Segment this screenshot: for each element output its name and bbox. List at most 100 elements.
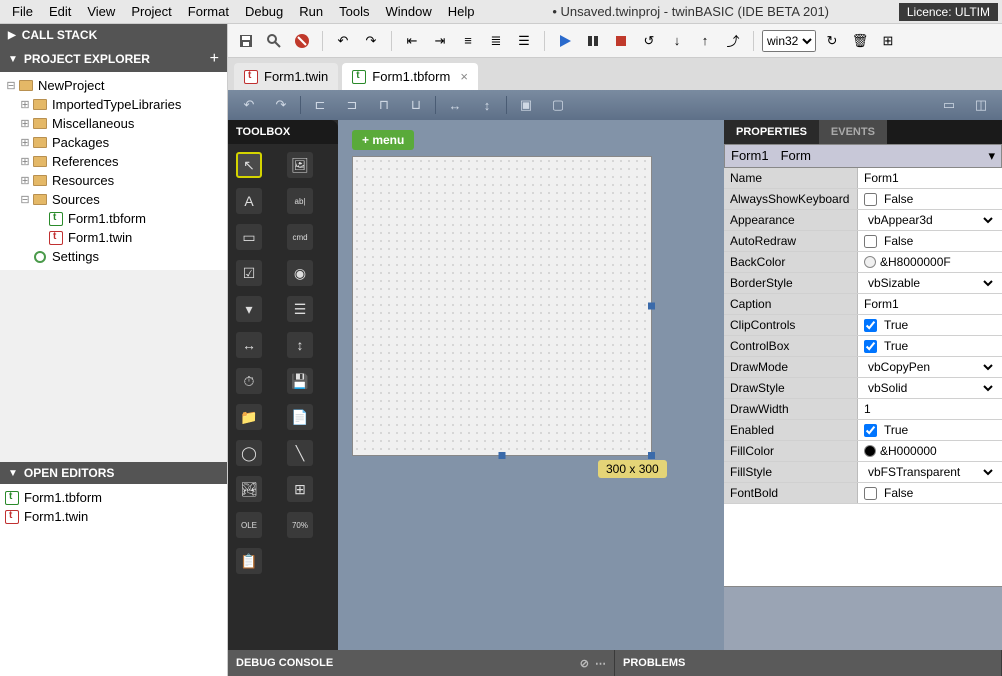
menu-tools[interactable]: Tools	[331, 2, 377, 21]
menu-run[interactable]: Run	[291, 2, 331, 21]
run-icon[interactable]	[553, 29, 577, 53]
prop-select[interactable]: vbCopyPen	[864, 359, 996, 375]
tree-file-tbform[interactable]: Form1.tbform	[0, 209, 227, 228]
tab-form1-twin[interactable]: Form1.twin	[234, 63, 338, 90]
prop-row-fillcolor[interactable]: FillColor&H000000	[724, 441, 1002, 462]
step-into-icon[interactable]: ↓	[665, 29, 689, 53]
refresh-icon[interactable]: ↻	[820, 29, 844, 53]
prop-row-drawmode[interactable]: DrawModevbCopyPen	[724, 357, 1002, 378]
stop-icon[interactable]	[609, 29, 633, 53]
prop-row-backcolor[interactable]: BackColor&H8000000F	[724, 252, 1002, 273]
tree-item[interactable]: ⊞ImportedTypeLibraries	[0, 95, 227, 114]
clear-icon[interactable]: ⊘	[580, 657, 589, 670]
align-left-icon[interactable]: ⊏	[307, 94, 333, 116]
tool-timer[interactable]: ⏱	[236, 368, 262, 394]
prop-value[interactable]: 1	[858, 399, 1002, 419]
add-menu-button[interactable]: + menu	[352, 130, 414, 150]
prop-select[interactable]: vbSolid	[864, 380, 996, 396]
tool-combobox[interactable]: ▾	[236, 296, 262, 322]
properties-tab[interactable]: PROPERTIES	[724, 120, 819, 144]
resize-handle-corner[interactable]	[648, 452, 655, 459]
prop-row-controlbox[interactable]: ControlBoxTrue	[724, 336, 1002, 357]
tool-ole[interactable]: OLE	[236, 512, 262, 538]
prop-checkbox[interactable]	[864, 235, 877, 248]
prop-value[interactable]: &H8000000F	[858, 252, 1002, 272]
prop-row-enabled[interactable]: EnabledTrue	[724, 420, 1002, 441]
tool-data[interactable]: ⊞	[287, 476, 313, 502]
undo-icon[interactable]: ↶	[331, 29, 355, 53]
overlap-icon[interactable]: ◫	[968, 94, 994, 116]
prop-row-fillstyle[interactable]: FillStylevbFSTransparent	[724, 462, 1002, 483]
prop-value[interactable]: False	[858, 483, 1002, 503]
prop-row-alwaysshowkeyboard[interactable]: AlwaysShowKeyboardFalse	[724, 189, 1002, 210]
menu-format[interactable]: Format	[180, 2, 237, 21]
tree-settings[interactable]: Settings	[0, 247, 227, 266]
send-back-icon[interactable]: ▢	[545, 94, 571, 116]
canvas-area[interactable]: + menu 300 x 300	[338, 120, 724, 676]
prop-checkbox[interactable]	[864, 193, 877, 206]
prop-row-caption[interactable]: CaptionForm1	[724, 294, 1002, 315]
tool-progressbar[interactable]: 70%	[287, 512, 313, 538]
prop-value[interactable]: False	[858, 231, 1002, 251]
open-editor-item[interactable]: Form1.tbform	[0, 488, 227, 507]
tool-frame[interactable]: ▭	[236, 224, 262, 250]
tree-root[interactable]: ⊟ NewProject	[0, 76, 227, 95]
more-icon[interactable]: ⋯	[595, 657, 606, 670]
tree-file-twin[interactable]: Form1.twin	[0, 228, 227, 247]
step-out-icon[interactable]: ⤴	[721, 29, 745, 53]
events-tab[interactable]: EVENTS	[819, 120, 887, 144]
tool-textbox[interactable]: ab|	[287, 188, 313, 214]
redo-icon[interactable]: ↷	[359, 29, 383, 53]
tool-vscroll[interactable]: ↕	[287, 332, 313, 358]
prop-select[interactable]: vbSizable	[864, 275, 996, 291]
prop-value[interactable]: vbSizable	[858, 273, 1002, 293]
stop-build-icon[interactable]	[290, 29, 314, 53]
tab-form1-tbform[interactable]: Form1.tbform ×	[342, 63, 478, 90]
open-editor-item[interactable]: Form1.twin	[0, 507, 227, 526]
open-editors-header[interactable]: ▼ OPEN EDITORS	[0, 462, 227, 484]
tool-picturebox[interactable]: 🖼	[287, 152, 313, 178]
menu-project[interactable]: Project	[123, 2, 179, 21]
menu-debug[interactable]: Debug	[237, 2, 291, 21]
uncomment-icon[interactable]: ≣	[484, 29, 508, 53]
align-top-icon[interactable]: ⊓	[371, 94, 397, 116]
redo-icon[interactable]: ↷	[268, 94, 294, 116]
prop-row-name[interactable]: NameForm1	[724, 168, 1002, 189]
prop-row-clipcontrols[interactable]: ClipControlsTrue	[724, 315, 1002, 336]
menu-edit[interactable]: Edit	[41, 2, 79, 21]
debug-console-panel[interactable]: DEBUG CONSOLE ⊘⋯	[228, 650, 615, 676]
object-selector[interactable]: Form1 Form ▾	[724, 144, 1002, 168]
menu-view[interactable]: View	[79, 2, 123, 21]
tool-shape[interactable]: ◯	[236, 440, 262, 466]
tool-image[interactable]: 🏞	[236, 476, 262, 502]
tool-label[interactable]: A	[236, 188, 262, 214]
problems-panel[interactable]: PROBLEMS	[615, 650, 1002, 676]
menu-file[interactable]: File	[4, 2, 41, 21]
tool-line[interactable]: ╲	[287, 440, 313, 466]
prop-value[interactable]: True	[858, 420, 1002, 440]
save-icon[interactable]	[234, 29, 258, 53]
tool-drivelistbox[interactable]: 💾	[287, 368, 313, 394]
tool-commandbutton[interactable]: cmd	[287, 224, 313, 250]
prop-row-fontbold[interactable]: FontBoldFalse	[724, 483, 1002, 504]
prop-value[interactable]: False	[858, 189, 1002, 209]
bring-front-icon[interactable]: ▣	[513, 94, 539, 116]
project-explorer-header[interactable]: ▼ PROJECT EXPLORER +	[0, 46, 227, 72]
select-icon[interactable]: ▭	[936, 94, 962, 116]
tree-item[interactable]: ⊞Packages	[0, 133, 227, 152]
prop-row-autoredraw[interactable]: AutoRedrawFalse	[724, 231, 1002, 252]
prop-value[interactable]: vbCopyPen	[858, 357, 1002, 377]
prop-select[interactable]: vbFSTransparent	[864, 464, 996, 480]
tree-item[interactable]: ⊞References	[0, 152, 227, 171]
resize-handle-right[interactable]	[648, 303, 655, 310]
tool-listbox[interactable]: ☰	[287, 296, 313, 322]
prop-value[interactable]: vbSolid	[858, 378, 1002, 398]
pause-icon[interactable]	[581, 29, 605, 53]
menu-window[interactable]: Window	[377, 2, 439, 21]
tool-pointer[interactable]: ↖	[236, 152, 262, 178]
indent-icon[interactable]: ⇥	[428, 29, 452, 53]
restart-icon[interactable]: ↺	[637, 29, 661, 53]
prop-value[interactable]: vbFSTransparent	[858, 462, 1002, 482]
prop-value[interactable]: vbAppear3d	[858, 210, 1002, 230]
prop-checkbox[interactable]	[864, 340, 877, 353]
